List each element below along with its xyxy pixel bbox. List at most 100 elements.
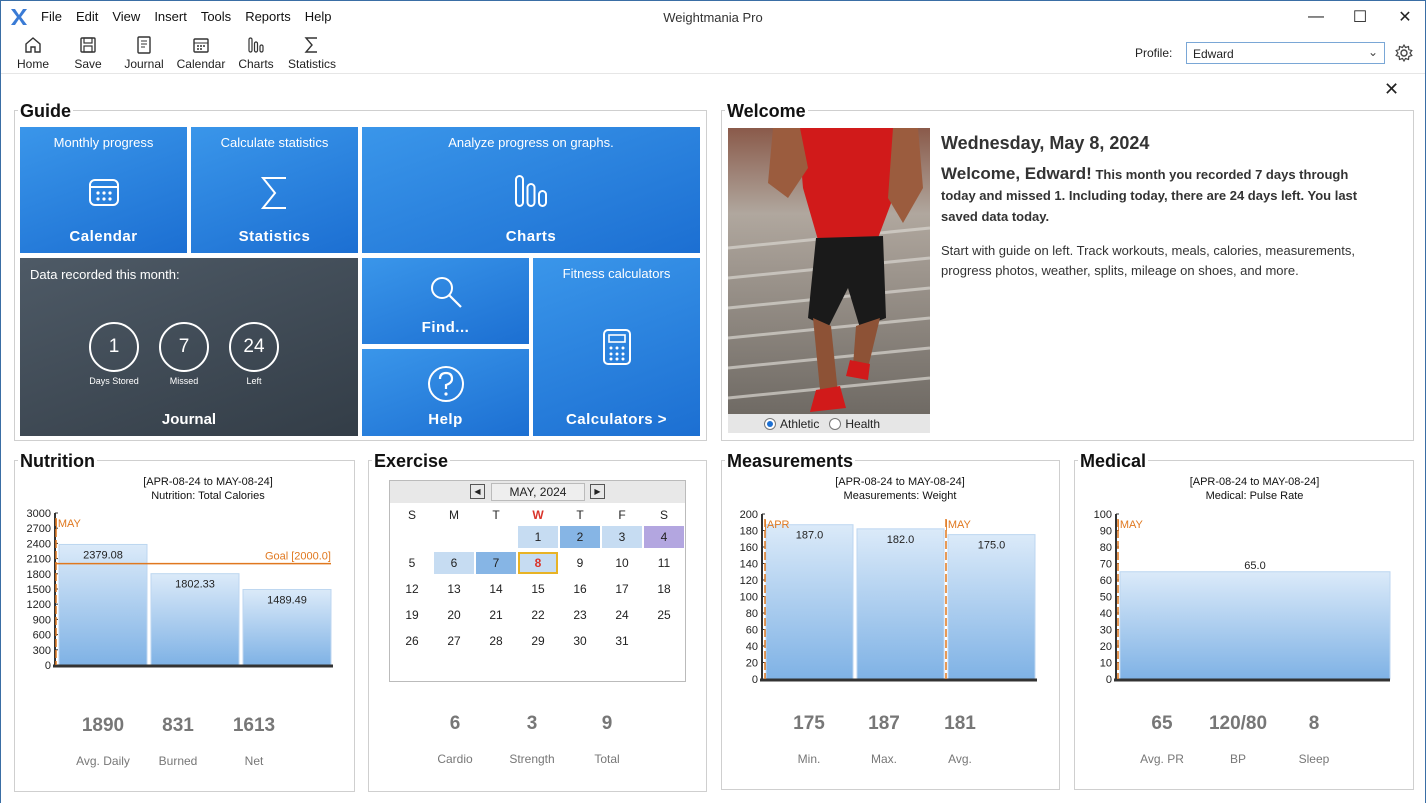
calendar-tile-caption: Monthly progress [53,135,154,150]
calendar-day[interactable]: 4 [644,526,684,548]
journal-button[interactable]: Journal [116,35,172,71]
calendar-day[interactable]: 10 [602,552,642,574]
close-dashboard-button[interactable]: ✕ [1384,79,1399,100]
y-tick-label: 1800 [27,569,51,581]
calendar-day[interactable]: 24 [602,604,642,626]
bar-value-label: 175.0 [978,540,1006,552]
calendar-day[interactable]: 21 [476,604,516,626]
calendar-day[interactable]: 16 [560,578,600,600]
calculators-tile-title: Calculators > [565,411,668,428]
nutrition-avg-daily-label: Avg. Daily [76,754,130,768]
calendar-day[interactable]: 13 [434,578,474,600]
y-tick-label: 80 [746,608,758,620]
medical-sleep-label: Sleep [1298,752,1330,766]
calendar-day[interactable]: 6 [434,552,474,574]
y-tick-label: 300 [33,645,51,657]
find-tile-title: Find... [421,319,470,336]
calendar-day[interactable]: 20 [434,604,474,626]
calendar-tile[interactable]: Monthly progress Calendar [20,127,187,253]
calendar-day[interactable]: 2 [560,526,600,548]
calendar-day[interactable]: 26 [392,630,432,652]
y-tick-label: 180 [740,526,758,538]
y-tick-label: 70 [1100,559,1112,571]
exercise-title: Exercise [372,451,451,472]
athletic-radio[interactable]: Athletic [764,417,819,431]
nutrition-burned-value: 831 [162,715,194,736]
profile-select[interactable]: Edward ⌄ [1186,42,1385,64]
calendar-day[interactable]: 7 [476,552,516,574]
medical-avg-pr-value: 65 [1151,713,1173,734]
welcome-title: Welcome [725,101,808,122]
statistics-tile-title: Statistics [238,228,311,245]
calendar-day[interactable]: 30 [560,630,600,652]
medical-chart-caption: [APR-08-24 to MAY-08-24] Medical: Pulse … [1074,475,1426,503]
calendar-day[interactable]: 28 [476,630,516,652]
medical-avg-pr-label: Avg. PR [1140,752,1184,766]
statistics-button[interactable]: Statistics [284,35,340,71]
nutrition-avg-daily-value: 1890 [81,715,125,736]
nutrition-subtitle: Nutrition: Total Calories [151,490,265,502]
nutrition-net-value: 1613 [232,715,276,736]
calendar-day[interactable]: 23 [560,604,600,626]
bar-value-label: 1802.33 [175,579,215,591]
period-marker-label: |MAY [55,518,82,530]
calendar-button[interactable]: Calendar [173,35,229,71]
radio-checked-icon [764,417,776,430]
weight-chart: 200180160140120100806040200187.0 182.0 175… [740,509,1037,686]
home-icon [25,37,41,53]
y-tick-label: 80 [1100,542,1112,554]
help-tile[interactable]: Help [362,349,529,436]
save-button[interactable]: Save [60,35,116,71]
close-window-button[interactable]: ✕ [1382,5,1426,29]
app-window: File Edit View Insert Tools Reports Help… [0,0,1426,803]
calculators-tile[interactable]: Fitness calculators Calculators > [533,258,700,436]
calendar-day[interactable]: 29 [518,630,558,652]
calendar-day[interactable]: 15 [518,578,558,600]
measurements-min-value: 175 [793,713,825,734]
nutrition-burned-label: Burned [158,754,198,768]
exercise-strength-label: Strength [509,752,555,766]
period-marker-label: |APR [764,519,790,531]
calendar-day[interactable]: 3 [602,526,642,548]
calendar-day[interactable]: 11 [644,552,684,574]
charts-button[interactable]: Charts [228,35,284,71]
prev-month-button[interactable]: ◀ [470,484,485,499]
next-month-button[interactable]: ▶ [590,484,605,499]
calendar-day[interactable]: 9 [560,552,600,574]
y-tick-label: 2100 [27,554,51,566]
calendar-day[interactable]: 22 [518,604,558,626]
medical-bp-value: 120/80 [1208,713,1268,734]
calendar-day[interactable]: 18 [644,578,684,600]
calendar-day[interactable]: 19 [392,604,432,626]
search-icon [430,277,462,308]
statistics-tile[interactable]: Calculate statistics Statistics [191,127,358,253]
calendar-day[interactable]: 8 [518,552,558,574]
calendar-day[interactable]: 1 [518,526,558,548]
health-radio[interactable]: Health [829,417,880,431]
calendar-dow: T [576,508,584,522]
gear-icon[interactable] [1394,43,1414,63]
calendar-day[interactable]: 31 [602,630,642,652]
find-tile[interactable]: Find... [362,258,529,344]
y-tick-label: 30 [1100,625,1112,637]
y-tick-label: 20 [1100,641,1112,653]
bar-value-label: 1489.49 [267,595,307,607]
home-button[interactable]: Home [5,35,61,71]
maximize-button[interactable]: ☐ [1337,5,1383,29]
calendar-day[interactable]: 5 [392,552,432,574]
calendar-day[interactable]: 17 [602,578,642,600]
calendar-day[interactable]: 27 [434,630,474,652]
calendar-day[interactable]: 25 [644,604,684,626]
minimize-button[interactable]: — [1293,5,1339,29]
y-tick-label: 3000 [27,508,51,520]
bar-value-label: 2379.08 [83,549,123,561]
journal-tile[interactable]: Data recorded this month: 1 Days Stored … [20,258,358,436]
nutrition-chart: 3000270024002100180015001200900600300023… [27,508,333,672]
medical-sleep-value: 8 [1308,713,1320,734]
y-tick-label: 20 [746,658,758,670]
calendar-day[interactable]: 14 [476,578,516,600]
exercise-total-value: 9 [601,713,613,734]
calendar-day[interactable]: 12 [392,578,432,600]
journal-label: Journal [124,57,164,71]
charts-tile[interactable]: Analyze progress on graphs. Charts [362,127,700,253]
